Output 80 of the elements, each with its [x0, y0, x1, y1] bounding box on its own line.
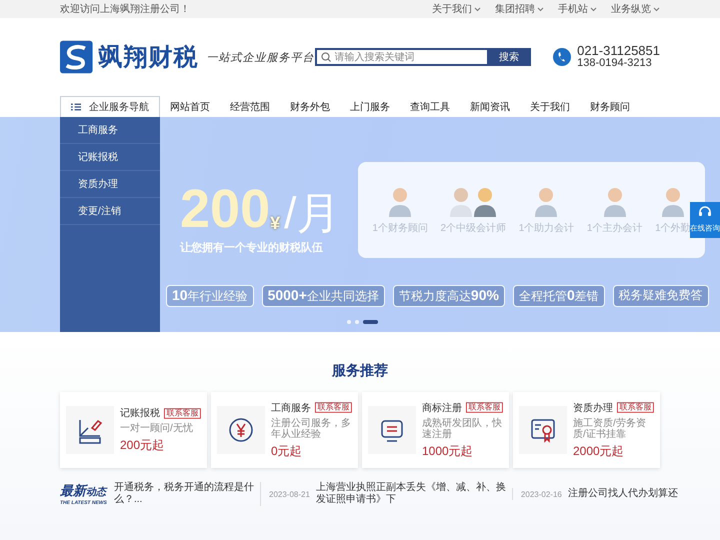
feature-chip: 全程托管0差错: [512, 285, 605, 307]
menu-icon: [71, 103, 81, 111]
contact-tag[interactable]: 联系客服: [617, 402, 654, 413]
service-price: 2000元起: [573, 442, 625, 460]
service-card[interactable]: 商标注册 联系客服 成熟研发团队，快速注册 1000元起: [362, 392, 509, 468]
person-figure-icon: [449, 185, 498, 217]
service-description: 注册公司服务，多年从业经验: [271, 418, 352, 440]
price-unit: /月: [284, 192, 340, 236]
team-role: 1个主办会计: [586, 222, 642, 235]
news-date: 2023-02-16: [520, 490, 562, 498]
news-date: 2023-08-21: [269, 490, 310, 498]
phone-number: 021-31125851: [577, 44, 660, 57]
top-link[interactable]: 业务纵览: [611, 2, 660, 16]
chevron-down-icon: [474, 6, 481, 12]
person-figure-icon: [387, 185, 414, 217]
news-link[interactable]: 上海营业执照正副本丢失《增、减、补、换发证照申请书》下: [316, 482, 506, 506]
chevron-down-icon: [590, 6, 597, 12]
nav-link[interactable]: 查询工具: [400, 96, 460, 117]
nav-link[interactable]: 关于我们: [520, 96, 580, 117]
top-link[interactable]: 集团招聘: [495, 2, 544, 16]
person-figure-icon: [533, 185, 560, 217]
logo-icon: [60, 40, 93, 74]
section-title: 服务推荐: [330, 361, 389, 380]
sidebar-item[interactable]: 记账报税: [60, 144, 160, 171]
price-number: 200: [180, 182, 270, 236]
contact-tag[interactable]: 联系客服: [164, 408, 201, 418]
carousel-dot[interactable]: [355, 320, 359, 324]
news-link[interactable]: 开通税务，税务开通的流程是什么？...: [114, 482, 254, 506]
feature-chip: 5000+企业共同选择: [262, 285, 385, 307]
service-price: 200元起: [120, 437, 166, 454]
chevron-down-icon: [537, 6, 544, 12]
team-role: 1个助力会计: [518, 222, 574, 235]
service-title: 商标注册: [422, 402, 462, 414]
contact-tag[interactable]: 联系客服: [315, 402, 352, 413]
search-icon: [320, 52, 331, 62]
service-price: 0元起: [271, 442, 303, 460]
feature-chip: 10年行业经验: [166, 285, 254, 307]
search-button[interactable]: 搜索: [487, 48, 532, 66]
person-figure-icon: [602, 185, 628, 217]
phone-icon: [553, 48, 572, 66]
service-description: 施工资质/劳务资质/证书挂靠: [573, 418, 647, 440]
feature-chip: 节税力度高达90%: [392, 285, 505, 307]
service-title: 记账报税: [120, 406, 160, 420]
nav-link[interactable]: 财务外包: [280, 96, 340, 117]
service-card[interactable]: 记账报税 联系客服 一对一顾问/无忧 200元起: [60, 392, 207, 468]
nav-link[interactable]: 经营范围: [220, 96, 280, 117]
news-link[interactable]: 注册公司找人代办划算还: [568, 488, 680, 500]
top-link[interactable]: 关于我们: [432, 2, 481, 16]
chevron-down-icon: [653, 6, 660, 12]
service-description: 一对一顾问/无忧: [120, 423, 194, 434]
nav-link[interactable]: 上门服务: [340, 96, 400, 117]
news-logo-title: 最新动态: [60, 482, 108, 500]
team-role: 1个外勤: [655, 222, 691, 235]
sidebar-item[interactable]: 变更/注销: [60, 198, 160, 225]
currency-sign: ¥: [270, 214, 280, 232]
service-title: 工商服务: [271, 402, 311, 414]
nav-link[interactable]: 网站首页: [160, 96, 220, 117]
slogan: 一站式企业服务平台: [206, 50, 315, 64]
top-link[interactable]: 手机站: [558, 2, 597, 16]
headset-icon: [698, 205, 712, 219]
nav-link[interactable]: 新闻资讯: [460, 96, 520, 117]
team-role: 1个财务顾问: [372, 222, 428, 235]
service-card[interactable]: 工商服务 联系客服 注册公司服务，多年从业经验 0元起: [211, 392, 358, 468]
sidebar-item[interactable]: 资质办理: [60, 171, 160, 198]
feature-chip: 税务疑难免费答: [612, 285, 709, 307]
person-figure-icon: [660, 185, 686, 217]
service-description: 成熟研发团队，快速注册: [422, 418, 503, 440]
phone-number: 138-0194-3213: [577, 57, 653, 70]
category-nav-button[interactable]: 企业服务导航: [60, 96, 160, 117]
welcome-text: 欢迎访问上海飒翔注册公司！: [60, 2, 190, 16]
hero-subtitle: 让您拥有一个专业的财税队伍: [180, 240, 324, 255]
team-role: 2个中级会计师: [440, 222, 506, 235]
service-price: 1000元起: [422, 442, 474, 460]
service-card[interactable]: 资质办理 联系客服 施工资质/劳务资质/证书挂靠 2000元起: [513, 392, 660, 468]
sidebar-item[interactable]: 工商服务: [60, 117, 160, 144]
service-title: 资质办理: [573, 402, 613, 414]
nav-link[interactable]: 财务顾问: [580, 96, 640, 117]
carousel-dot[interactable]: [347, 320, 351, 324]
contact-tag[interactable]: 联系客服: [466, 402, 503, 413]
brand-name: 飒翔财税: [98, 43, 199, 73]
